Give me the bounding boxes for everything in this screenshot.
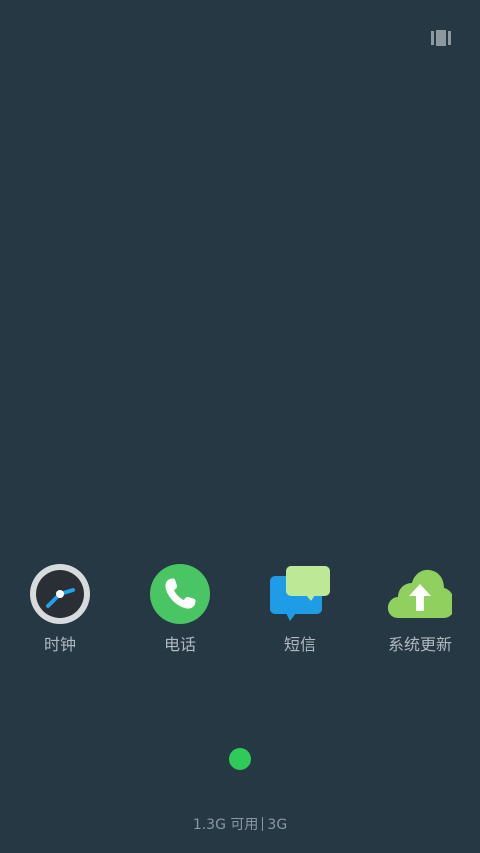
memory-available: 1.3G 可用 — [192, 817, 259, 833]
app-system-update[interactable]: 系统更新 — [360, 560, 480, 660]
app-label-clock: 时钟 — [43, 635, 76, 654]
app-label-messages: 短信 — [283, 635, 316, 654]
network-type: 3G — [267, 817, 288, 833]
messages-icon — [270, 566, 330, 621]
app-label-system-update: 系统更新 — [387, 635, 452, 654]
page-indicator-dot[interactable] — [229, 748, 251, 770]
app-row: 时钟 电话 短信 系统更新 — [0, 560, 480, 660]
recents-icon — [431, 30, 451, 46]
phone-icon — [150, 564, 210, 624]
status-divider — [262, 817, 264, 831]
memory-status: 1.3G 可用 3G — [0, 815, 480, 835]
recents-button[interactable] — [429, 29, 453, 47]
clock-icon — [30, 564, 90, 624]
app-clock[interactable]: 时钟 — [0, 560, 120, 660]
system-update-icon — [388, 569, 452, 618]
app-phone[interactable]: 电话 — [120, 560, 240, 660]
app-messages[interactable]: 短信 — [240, 560, 360, 660]
app-label-phone: 电话 — [163, 635, 196, 654]
